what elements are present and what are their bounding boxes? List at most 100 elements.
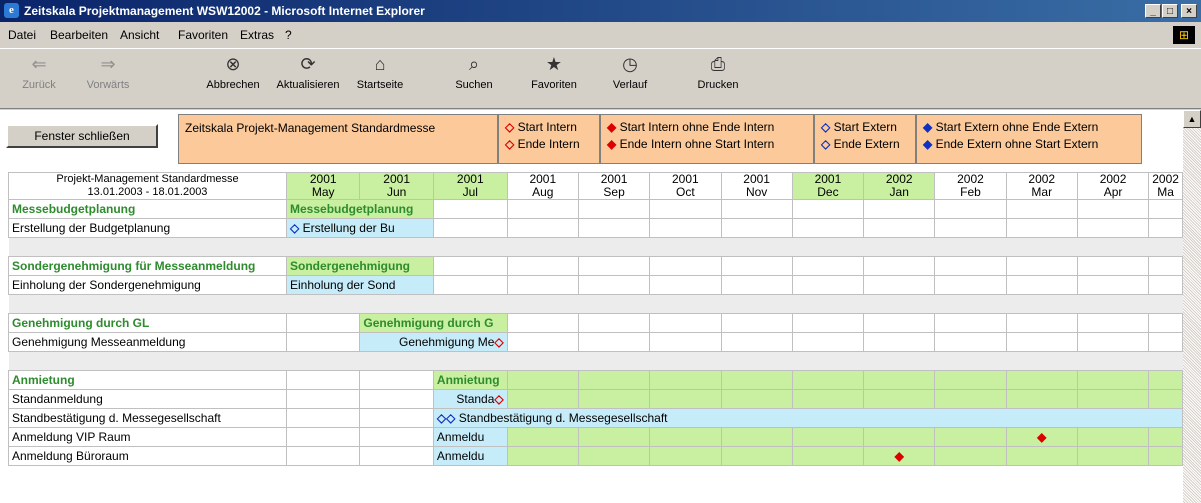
- group-bar[interactable]: Anmietung: [432, 370, 508, 390]
- legend-extern-partial: ◆ Start Extern ohne Ende Extern ◆ Ende E…: [916, 114, 1142, 164]
- month-name: Dec: [817, 185, 839, 199]
- month-header: 2001 Oct: [649, 172, 722, 200]
- legend-ende-extern-text: Ende Extern: [833, 137, 900, 151]
- month-name: Sep: [603, 185, 625, 199]
- maximize-button[interactable]: □: [1162, 4, 1178, 18]
- back-button[interactable]: ⇐ Zurück: [14, 51, 64, 91]
- month-name: Jan: [889, 185, 909, 199]
- separator-row: [8, 237, 1183, 257]
- diamond-blue-filled-icon: ◆: [923, 137, 933, 151]
- search-button[interactable]: ⌕ Suchen: [448, 51, 500, 91]
- menu-bearbeiten[interactable]: Bearbeiten: [50, 28, 108, 42]
- toolbar: ⇐ Zurück ⇒ Vorwärts ⊗ Abbrechen ⟳ Aktual…: [0, 48, 1201, 104]
- menu-help[interactable]: ?: [285, 28, 292, 42]
- task-bar-text: Genehmigung Me: [399, 335, 495, 349]
- task-label[interactable]: Einholung der Sondergenehmigung: [8, 275, 287, 295]
- print-label: Drucken: [697, 79, 739, 91]
- close-window-page-button[interactable]: Fenster schließen: [6, 124, 158, 148]
- forward-button[interactable]: ⇒ Vorwärts: [80, 51, 136, 91]
- task-bar[interactable]: ◇◇ Standbestätigung d. Messegesellschaft: [432, 408, 1183, 428]
- menu-favoriten[interactable]: Favoriten: [178, 28, 228, 42]
- task-label[interactable]: Standanmeldung: [8, 389, 287, 409]
- menu-datei[interactable]: Datei: [8, 28, 36, 42]
- windows-logo-icon: ⊞: [1173, 26, 1195, 44]
- group-label[interactable]: Sondergenehmigung für Messeanmeldung: [8, 256, 287, 276]
- month-name: Nov: [745, 185, 768, 199]
- month-header: 2001 Aug: [506, 172, 579, 200]
- legend-ende-intern-text: Ende Intern: [517, 137, 580, 151]
- task-bar[interactable]: Anmeldu: [432, 427, 508, 447]
- task-row: Standanmeldung Standa◇: [8, 389, 1183, 409]
- history-button[interactable]: ◷ Verlauf: [604, 51, 656, 91]
- month-header: 2001 Nov: [720, 172, 793, 200]
- month-header: 2001 Dec: [791, 172, 865, 200]
- vertical-scrollbar[interactable]: ▲: [1183, 110, 1201, 503]
- menu-extras[interactable]: Extras: [240, 28, 274, 42]
- group-bar[interactable]: Messebudgetplanung: [286, 199, 434, 219]
- close-window-button[interactable]: ×: [1181, 4, 1197, 18]
- diamond-red-filled-icon: ◆: [607, 137, 617, 151]
- month-header: 2001 Jul: [432, 172, 508, 200]
- task-label[interactable]: Genehmigung Messeanmeldung: [8, 332, 287, 352]
- group-bar[interactable]: Sondergenehmigung: [286, 256, 434, 276]
- month-header: 2001 Jun: [359, 172, 434, 200]
- legend-ende-extern-only-text: Ende Extern ohne Start Extern: [935, 137, 1099, 151]
- scroll-up-icon[interactable]: ▲: [1183, 110, 1201, 128]
- group-row: Anmietung Anmietung: [8, 370, 1183, 390]
- milestone-cell: ◆: [1005, 427, 1078, 447]
- legend-extern: ◇ Start Extern ◇ Ende Extern: [814, 114, 916, 164]
- legend-start-extern-only: ◆ Start Extern ohne Ende Extern: [923, 119, 1135, 136]
- group-bar[interactable]: Genehmigung durch G: [359, 313, 508, 333]
- task-bar[interactable]: Anmeldu: [432, 446, 508, 466]
- ie-icon: e: [4, 3, 19, 18]
- month-name: May: [311, 185, 335, 199]
- minimize-button[interactable]: _: [1145, 4, 1161, 18]
- refresh-button[interactable]: ⟳ Aktualisieren: [268, 51, 348, 91]
- diamond-red-filled-icon: ◆: [607, 120, 617, 134]
- task-bar-text: Erstellung der Bu: [302, 221, 395, 235]
- task-bar[interactable]: Genehmigung Me◇: [359, 332, 508, 352]
- home-icon: ⌂: [374, 54, 386, 74]
- group-label[interactable]: Genehmigung durch GL: [8, 313, 287, 333]
- milestone-red-icon: ◇: [494, 335, 504, 349]
- diamond-blue-icon: ◇: [821, 120, 831, 134]
- task-label[interactable]: Anmeldung Büroraum: [8, 446, 287, 466]
- group-row: Messebudgetplanung Messebudgetplanung: [8, 199, 1183, 219]
- diamond-red-icon: ◇: [505, 120, 515, 134]
- legend-ende-extern-only: ◆ Ende Extern ohne Start Extern: [923, 136, 1135, 153]
- task-row: Standbestätigung d. Messegesellschaft ◇◇…: [8, 408, 1183, 428]
- stop-button[interactable]: ⊗ Abbrechen: [200, 51, 266, 91]
- task-row: Anmeldung Büroraum Anmeldu ◆: [8, 446, 1183, 466]
- month-header: 2001 May: [285, 172, 361, 200]
- group-label[interactable]: Anmietung: [8, 370, 287, 390]
- menu-ansicht[interactable]: Ansicht: [120, 28, 159, 42]
- month-header: 2002 Apr: [1076, 172, 1150, 200]
- legend-start-extern-text: Start Extern: [833, 120, 897, 134]
- favorites-button[interactable]: ★ Favoriten: [524, 51, 584, 91]
- legend-intern: ◇ Start Intern ◇ Ende Intern: [498, 114, 600, 164]
- month-name: Jun: [386, 185, 407, 199]
- title-bar: e Zeitskala Projektmanagement WSW12002 -…: [0, 0, 1201, 22]
- task-bar[interactable]: ◇ Erstellung der Bu: [286, 218, 434, 238]
- task-row: Einholung der Sondergenehmigung Einholun…: [8, 275, 1183, 295]
- task-label[interactable]: Erstellung der Budgetplanung: [8, 218, 287, 238]
- task-label[interactable]: Anmeldung VIP Raum: [8, 427, 287, 447]
- month-name: Ma: [1157, 185, 1174, 199]
- task-bar[interactable]: Einholung der Sond: [286, 275, 434, 295]
- group-row: Sondergenehmigung für Messeanmeldung Son…: [8, 256, 1183, 276]
- task-label[interactable]: Standbestätigung d. Messegesellschaft: [8, 408, 287, 428]
- legend-start-extern: ◇ Start Extern: [821, 119, 909, 136]
- group-row: Genehmigung durch GL Genehmigung durch G: [8, 313, 1183, 333]
- legend-ende-intern-only-text: Ende Intern ohne Start Intern: [619, 137, 775, 151]
- home-button[interactable]: ⌂ Startseite: [350, 51, 410, 91]
- task-bar[interactable]: Standa◇: [432, 389, 508, 409]
- month-header: 2002 Ma: [1148, 172, 1183, 200]
- group-label[interactable]: Messebudgetplanung: [8, 199, 287, 219]
- task-row: Erstellung der Budgetplanung ◇ Erstellun…: [8, 218, 1183, 238]
- month-header: 2002 Mar: [1005, 172, 1078, 200]
- task-row: Anmeldung VIP Raum Anmeldu ◆: [8, 427, 1183, 447]
- print-button[interactable]: ⎙ Drucken: [688, 51, 748, 91]
- month-header-row: Projekt-Management Standardmesse 13.01.2…: [8, 172, 1183, 200]
- legend-ende-intern: ◇ Ende Intern: [505, 136, 593, 153]
- window-title: Zeitskala Projektmanagement WSW12002 - M…: [24, 4, 425, 18]
